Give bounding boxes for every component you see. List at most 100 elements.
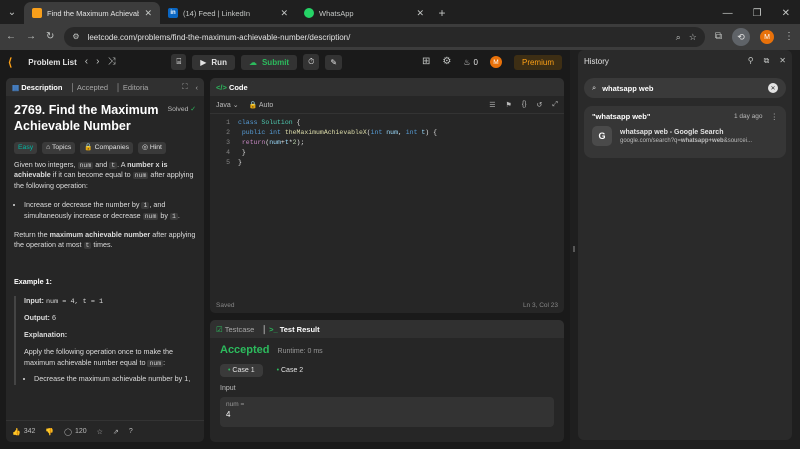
reset-icon[interactable]: ↺: [537, 101, 543, 109]
settings-icon[interactable]: ⚙: [442, 57, 451, 67]
history-item[interactable]: G whatsapp web - Google Search google.co…: [584, 126, 786, 146]
reload-icon[interactable]: ↻: [46, 32, 54, 42]
debug-button[interactable]: ⌸: [171, 54, 187, 70]
tab-whatsapp[interactable]: WhatsApp ✕: [296, 2, 432, 24]
profile-avatar[interactable]: M: [760, 30, 774, 44]
tab-test-result[interactable]: │ >_ Test Result: [262, 325, 319, 334]
variable-name: num =: [226, 401, 245, 408]
language-select[interactable]: Java ⌄: [216, 101, 239, 109]
close-icon[interactable]: ✕: [144, 8, 152, 19]
run-button[interactable]: ▶ Run: [192, 54, 235, 70]
pin-icon[interactable]: ⚲: [748, 57, 754, 65]
layout-icon[interactable]: ⊞: [422, 57, 430, 67]
next-problem-icon[interactable]: ›: [96, 57, 99, 67]
lock-icon: 🔒: [84, 143, 93, 151]
chevron-down-icon: ⌄: [7, 7, 17, 18]
bookmark-icon[interactable]: ⚑: [506, 101, 512, 109]
topics-chip[interactable]: ⌂ Topics: [42, 141, 76, 154]
user-avatar[interactable]: M: [489, 56, 502, 68]
history-icon[interactable]: ⟲: [732, 28, 750, 46]
list-item: Decrease the maximum achievable number b…: [34, 374, 196, 385]
star-icon[interactable]: ☆: [689, 32, 697, 42]
address-bar[interactable]: ⚙ leetcode.com/problems/find-the-maximum…: [64, 27, 705, 47]
autocomplete-toggle[interactable]: 🔒 Auto: [249, 101, 274, 109]
comments-button[interactable]: ◯ 120: [64, 428, 87, 436]
new-tab-button[interactable]: +: [432, 2, 452, 24]
tab-description[interactable]: ▤ Description: [12, 83, 62, 92]
tab-editorial[interactable]: │ Editoria: [116, 83, 148, 92]
code-icon: </>: [216, 82, 227, 92]
expand-icon[interactable]: ⛶: [182, 82, 187, 92]
description-panel: ▤ Description │ Accepted │ Editoria ⛶ ‹ …: [6, 78, 204, 442]
open-new-icon[interactable]: ⧉: [764, 57, 770, 65]
code-tab[interactable]: </> Code: [216, 83, 248, 92]
help-icon[interactable]: ?: [129, 428, 133, 435]
case-1-tab[interactable]: • Case 1: [220, 364, 263, 377]
star-icon[interactable]: ☆: [97, 428, 103, 436]
tab-linkedin[interactable]: in (14) Feed | LinkedIn ✕: [160, 2, 296, 24]
side-panel-resize-handle[interactable]: ‖: [570, 50, 578, 449]
problem-statement: Given two integers, num and t. A number …: [14, 159, 194, 191]
extensions-icon[interactable]: ⧉: [715, 32, 722, 42]
fullscreen-icon[interactable]: ⤢: [552, 101, 558, 109]
leetcode-logo-icon[interactable]: ⟨: [8, 56, 12, 69]
problem-list-link[interactable]: Problem List: [28, 58, 76, 67]
description-footer: 👍 342 👎 ◯ 120 ☆ ⇗ ?: [6, 420, 204, 442]
close-window-icon[interactable]: ✕: [782, 8, 790, 19]
notes-icon[interactable]: ✎: [325, 54, 343, 70]
history-search-input[interactable]: ⌕ whatsapp web ✕: [584, 78, 786, 98]
lock-icon: 🔒: [248, 101, 258, 109]
close-icon[interactable]: ✕: [779, 57, 786, 65]
prev-problem-icon[interactable]: ‹: [85, 57, 88, 67]
code-line: 5}: [226, 159, 242, 166]
whatsapp-favicon-icon: [304, 8, 314, 18]
case-2-tab[interactable]: • Case 2: [269, 364, 312, 377]
braces-icon[interactable]: {}: [522, 101, 527, 108]
difficulty-badge[interactable]: Easy: [14, 141, 38, 154]
forward-icon[interactable]: →: [26, 32, 36, 42]
result-status: Accepted: [220, 344, 270, 356]
restore-icon[interactable]: ❐: [753, 8, 762, 19]
tab-leetcode[interactable]: Find the Maximum Achievable ✕: [24, 2, 160, 24]
like-button[interactable]: 👍 342: [12, 428, 35, 436]
timer-icon[interactable]: ⏱: [303, 54, 320, 70]
url-text: leetcode.com/problems/find-the-maximum-a…: [87, 32, 351, 42]
history-panel: History ⚲ ⧉ ✕ ⌕ whatsapp web ✕ "whatsapp…: [578, 50, 792, 440]
code-panel: </> Code Java ⌄ 🔒 Auto ☰ ⚑ {} ↺ ⤢ 1 class…: [210, 78, 564, 313]
input-label: Input: [220, 385, 236, 392]
streak-counter[interactable]: ♨ 0: [463, 58, 478, 67]
format-icon[interactable]: ☰: [489, 101, 495, 109]
hint-chip[interactable]: ◎ Hint: [138, 141, 166, 154]
save-status: Saved: [216, 301, 235, 309]
more-icon[interactable]: ⋮: [771, 112, 779, 121]
comment-icon: ◯: [64, 428, 72, 436]
code-editor[interactable]: 1 class Solution { 2 public int theMaximu…: [210, 114, 564, 172]
shuffle-icon[interactable]: ⤨: [107, 57, 115, 67]
code-line: 4 }: [226, 149, 246, 156]
return-statement: Return the maximum achievable number aft…: [14, 229, 196, 250]
cursor-position: Ln 3, Col 23: [522, 301, 558, 309]
play-icon: ▶: [200, 57, 207, 67]
tab-accepted[interactable]: │ Accepted: [70, 83, 108, 92]
checkbox-icon: ☑: [216, 324, 223, 334]
zoom-icon[interactable]: ⌕: [676, 32, 681, 42]
clear-search-icon[interactable]: ✕: [768, 83, 778, 93]
share-icon[interactable]: ⇗: [113, 428, 119, 436]
close-icon[interactable]: ✕: [416, 8, 424, 19]
premium-button[interactable]: Premium: [513, 54, 562, 70]
back-icon[interactable]: ←: [6, 32, 16, 42]
minimize-icon[interactable]: —: [723, 8, 733, 19]
companies-chip[interactable]: 🔒 Companies: [80, 141, 134, 154]
tab-search-button[interactable]: ⌄: [0, 2, 24, 24]
example-block: Input: num = 4, t = 1 Output: 6 Explanat…: [14, 296, 196, 386]
close-icon[interactable]: ✕: [280, 8, 288, 19]
fire-icon: ♨: [463, 57, 471, 67]
site-info-icon[interactable]: ⚙: [72, 33, 79, 41]
terminal-icon: >_: [269, 324, 278, 334]
menu-icon[interactable]: ⋮: [784, 32, 794, 42]
collapse-icon[interactable]: ‹: [196, 83, 199, 92]
submit-button[interactable]: ☁ Submit: [240, 54, 298, 70]
thumbs-down-icon[interactable]: 👎: [45, 428, 54, 436]
list-item: Increase or decrease the number by 1, an…: [24, 200, 196, 222]
tab-testcase[interactable]: ☑ Testcase: [216, 325, 254, 334]
